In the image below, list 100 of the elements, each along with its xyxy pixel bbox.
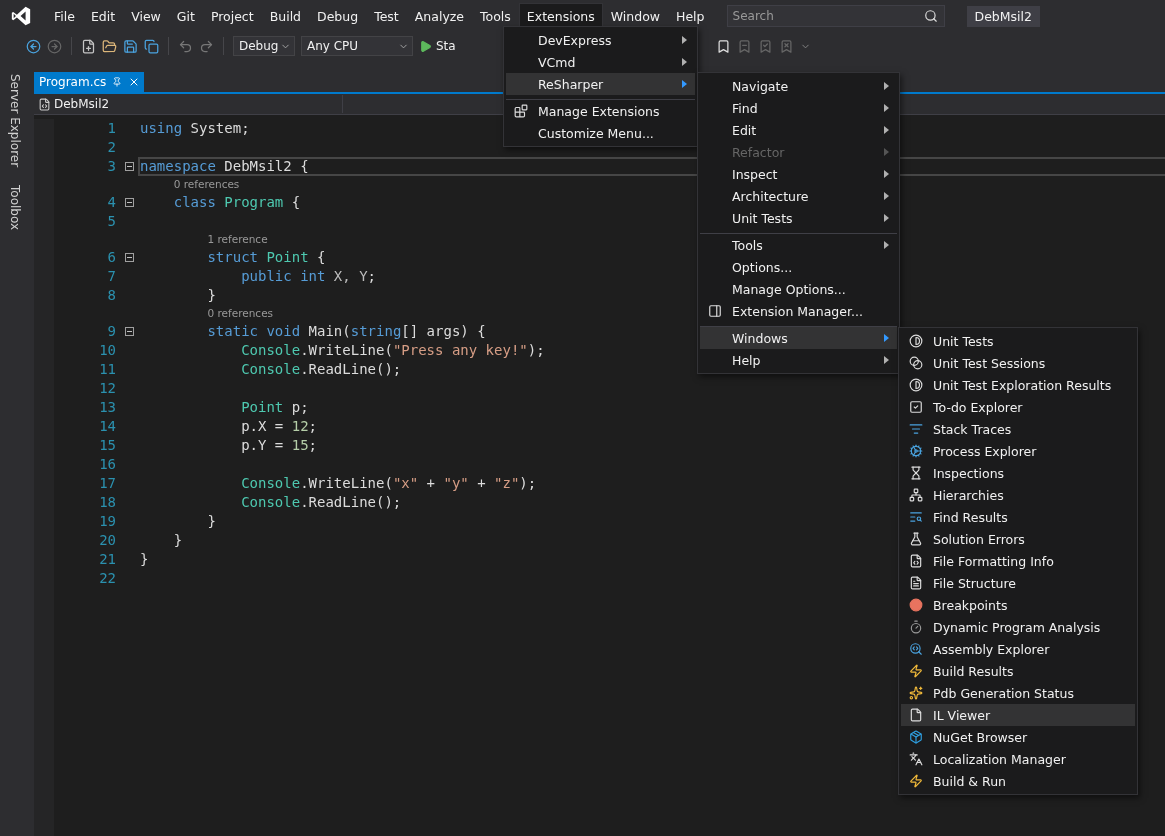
menu-bar-item[interactable]: Git: [168, 3, 203, 29]
submenu-arrow-icon: [884, 356, 889, 364]
bookmark-icon[interactable]: [715, 38, 731, 54]
code-line: }: [206, 287, 216, 304]
menu-item[interactable]: Dynamic Program Analysis: [901, 616, 1135, 638]
timer-icon: [909, 620, 923, 634]
menu-bar-item[interactable]: Analyze: [406, 3, 473, 29]
menu-item[interactable]: NuGet Browser: [901, 726, 1135, 748]
menu-bar-item[interactable]: Tools: [472, 3, 519, 29]
menu-bar-item[interactable]: Build: [261, 3, 310, 29]
menu-item[interactable]: Inspections: [901, 462, 1135, 484]
reference-count[interactable]: 0 references: [173, 178, 240, 190]
menu-item[interactable]: Unit Tests: [901, 330, 1135, 352]
forward-icon[interactable]: [47, 38, 62, 54]
line-number: 18: [98, 493, 116, 512]
line-number: 13: [98, 398, 116, 417]
menu-item[interactable]: Localization Manager: [901, 748, 1135, 770]
menu-item[interactable]: Navigate: [700, 75, 897, 97]
menu-item[interactable]: Build & Run: [901, 770, 1135, 792]
menu-item[interactable]: IL Viewer: [901, 704, 1135, 726]
line-number: 14: [98, 417, 116, 436]
side-tab[interactable]: Toolbox: [8, 183, 22, 233]
menu-item[interactable]: Hierarchies: [901, 484, 1135, 506]
menu-item[interactable]: Customize Menu...: [506, 122, 695, 144]
menu-bar-item[interactable]: Edit: [82, 3, 124, 29]
menu-item[interactable]: Tools: [700, 233, 897, 256]
logo-icon: [10, 5, 32, 27]
menu-bar-item[interactable]: Test: [366, 3, 407, 29]
menu-bar-item[interactable]: Window: [602, 3, 669, 29]
line-number: 2: [106, 138, 116, 157]
menu-bar-item[interactable]: Help: [668, 3, 713, 29]
reference-count[interactable]: 0 references: [207, 307, 274, 319]
search-field[interactable]: Search: [726, 5, 945, 27]
menu-item[interactable]: Assembly Explorer: [901, 638, 1135, 660]
save-icon[interactable]: [123, 38, 138, 54]
new-file-icon[interactable]: [81, 38, 96, 54]
submenu-arrow-icon: [884, 170, 889, 178]
document-tab[interactable]: Program.cs: [34, 72, 145, 92]
menu-item[interactable]: Process Explorer: [901, 440, 1135, 462]
collapse-icon[interactable]: [124, 253, 134, 262]
panel-icon: [708, 304, 722, 318]
configuration-dropdown[interactable]: Debug: [233, 36, 295, 56]
collapse-icon[interactable]: [124, 327, 134, 336]
menu-item[interactable]: Find: [700, 97, 897, 119]
hourglass-icon: [909, 466, 923, 480]
menu-item[interactable]: Unit Test Sessions: [901, 352, 1135, 374]
menu-bar-item[interactable]: File: [46, 3, 83, 29]
circles-icon: [909, 356, 923, 370]
menu-item[interactable]: VCmd: [506, 51, 695, 73]
line-number: 17: [98, 474, 116, 493]
undo-icon[interactable]: [178, 38, 193, 54]
menu-item[interactable]: Stack Traces: [901, 418, 1135, 440]
folder-icon[interactable]: [102, 38, 117, 54]
menu-bar-item[interactable]: View: [123, 3, 169, 29]
code-line: Console.ReadLine();: [240, 361, 402, 378]
menu-item[interactable]: Pdb Generation Status: [901, 682, 1135, 704]
menu-item[interactable]: Inspect: [700, 163, 897, 185]
back-icon[interactable]: [26, 38, 41, 54]
menu-item[interactable]: Windows: [700, 326, 897, 349]
menu-item[interactable]: To-do Explorer: [901, 396, 1135, 418]
menu-item[interactable]: Edit: [700, 119, 897, 141]
menu-item[interactable]: Manage Extensions: [506, 99, 695, 122]
translate-icon: [909, 752, 923, 766]
menu-item[interactable]: DevExpress: [506, 29, 695, 51]
document-icon: [909, 576, 923, 590]
menu-item[interactable]: Solution Errors: [901, 528, 1135, 550]
code-line: struct Point {: [206, 249, 326, 266]
reference-count[interactable]: 1 reference: [207, 233, 268, 245]
redo-icon[interactable]: [199, 38, 214, 54]
menu-item[interactable]: Find Results: [901, 506, 1135, 528]
collapse-icon[interactable]: [124, 162, 134, 171]
menu-bar-item[interactable]: Project: [202, 3, 262, 29]
menu-item[interactable]: File Structure: [901, 572, 1135, 594]
menu-item[interactable]: Options...: [700, 256, 897, 278]
menu-item[interactable]: Help: [700, 349, 897, 371]
play-icon[interactable]: [419, 39, 432, 53]
menu-bar-item[interactable]: Debug: [309, 3, 367, 29]
menu-item[interactable]: File Formatting Info: [901, 550, 1135, 572]
menu-item[interactable]: Unit Test Exploration Results: [901, 374, 1135, 396]
side-tab[interactable]: Server Explorer: [8, 72, 22, 170]
menu-bar-item[interactable]: Extensions: [518, 3, 603, 29]
collapse-icon[interactable]: [124, 198, 134, 207]
menu-item[interactable]: Build Results: [901, 660, 1135, 682]
submenu-arrow-icon: [682, 36, 687, 44]
code-line: }: [172, 532, 183, 549]
platform-dropdown[interactable]: Any CPU: [301, 36, 413, 56]
menu-item[interactable]: ReSharper: [506, 73, 695, 95]
hierarchy-icon: [909, 488, 923, 502]
menu-item[interactable]: Unit Tests: [700, 207, 897, 229]
submenu-arrow-icon: [682, 80, 687, 88]
save-all-icon[interactable]: [144, 38, 159, 54]
menu-item[interactable]: Breakpoints: [901, 594, 1135, 616]
scope-dropdown[interactable]: DebMsil2: [34, 95, 343, 113]
code-file-icon: [38, 97, 51, 111]
line-number: 20: [98, 531, 116, 550]
menu-item[interactable]: Architecture: [700, 185, 897, 207]
menu-item[interactable]: Extension Manager...: [700, 300, 897, 322]
pin-icon[interactable]: [112, 77, 123, 87]
menu-item[interactable]: Manage Options...: [700, 278, 897, 300]
start-button[interactable]: Sta: [436, 39, 456, 53]
